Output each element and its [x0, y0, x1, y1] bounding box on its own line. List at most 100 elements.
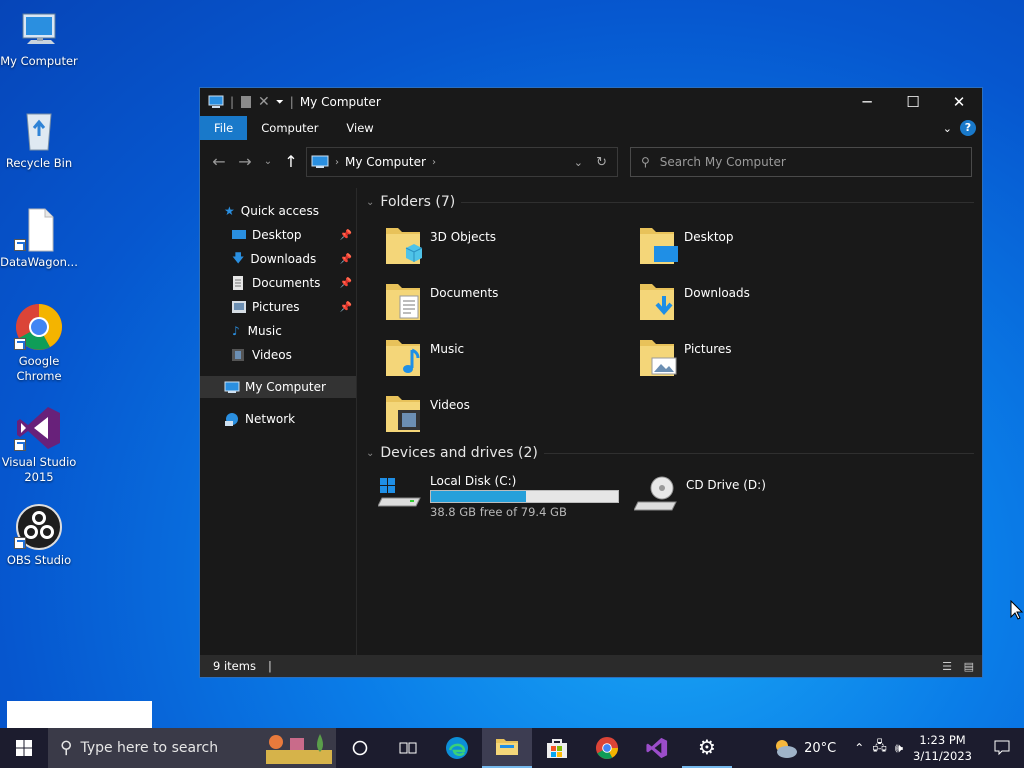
volume-icon[interactable]: 🕪: [895, 741, 903, 756]
up-button[interactable]: ↑: [280, 152, 302, 171]
pin-icon[interactable]: 📌: [340, 230, 352, 241]
drive-usage-fill: [431, 491, 527, 502]
ribbon-tabs: File Computer View ⌄ ?: [200, 116, 982, 140]
edge-icon: [446, 737, 468, 759]
taskbar-visual-studio[interactable]: [632, 728, 682, 768]
details-view-icon[interactable]: ☰: [942, 660, 952, 673]
pin-icon[interactable]: 📌: [340, 278, 352, 289]
folder-3d-objects[interactable]: 3D Objects: [384, 222, 624, 272]
desktop-icon-visual-studio[interactable]: Visual Studio 2015: [0, 403, 78, 485]
folder-pictures[interactable]: Pictures: [638, 334, 878, 384]
music-folder-icon: [386, 340, 420, 376]
blank-tooltip-box: [7, 701, 152, 729]
task-view-button[interactable]: [384, 728, 432, 768]
desktop-folder-icon: [640, 228, 678, 264]
minimize-button[interactable]: ─: [844, 88, 890, 116]
maximize-button[interactable]: ☐: [890, 88, 936, 116]
properties-icon[interactable]: [240, 95, 252, 109]
taskbar-search-box[interactable]: ⚲ Type here to search: [48, 728, 336, 768]
desktop-icon-my-computer[interactable]: My Computer: [0, 10, 78, 69]
title-bar[interactable]: | ✕ ⏷ | My Computer ─ ☐ ✕: [200, 88, 982, 116]
recycle-bin-icon: [26, 113, 52, 151]
folder-videos[interactable]: Videos: [384, 390, 624, 440]
weather-cloud-icon[interactable]: [772, 737, 798, 759]
folder-music[interactable]: Music: [384, 334, 624, 384]
pin-icon[interactable]: 📌: [340, 302, 352, 313]
desktop-icon-recycle-bin[interactable]: Recycle Bin: [0, 108, 78, 171]
film-icon: [232, 349, 244, 361]
clock[interactable]: 1:23 PM 3/11/2023: [913, 732, 972, 764]
network-status-icon[interactable]: 🖧: [872, 737, 887, 759]
monitor-icon: [208, 95, 224, 108]
taskbar-store[interactable]: [532, 728, 582, 768]
folder-desktop[interactable]: Desktop: [638, 222, 878, 272]
search-input[interactable]: ⚲ Search My Computer: [630, 147, 972, 177]
desktop-icon-label: Visual Studio 2015: [1, 455, 77, 484]
sidebar-item-videos[interactable]: Videos: [200, 344, 356, 366]
item-count: 9 items: [213, 659, 256, 673]
pictures-folder-icon: [640, 340, 677, 376]
folders-section-header[interactable]: ⌄ Folders (7): [366, 194, 974, 210]
tab-file[interactable]: File: [200, 116, 248, 140]
gear-icon: ⚙: [698, 735, 716, 759]
shortcut-arrow-icon: [14, 239, 26, 251]
large-icons-view-icon[interactable]: ▤: [964, 660, 974, 673]
address-bar[interactable]: › My Computer › ⌄ ↻: [306, 147, 618, 177]
start-button[interactable]: [0, 728, 48, 768]
folder-downloads[interactable]: Downloads: [638, 278, 878, 328]
pin-icon[interactable]: 📌: [340, 254, 352, 265]
breadcrumb-my-computer[interactable]: My Computer: [345, 155, 426, 169]
tab-view[interactable]: View: [332, 116, 387, 140]
sidebar-item-quick-access[interactable]: ★ Quick access: [200, 200, 356, 222]
weather-temperature[interactable]: 20°C: [804, 741, 836, 756]
drives-section-header[interactable]: ⌄ Devices and drives (2): [366, 445, 974, 461]
task-view-icon: [399, 742, 417, 754]
monitor-icon: [311, 155, 329, 168]
drive-cd-d[interactable]: CD Drive (D:): [634, 474, 834, 524]
delete-icon[interactable]: ✕: [258, 94, 270, 110]
sidebar-item-network[interactable]: Network: [200, 408, 356, 430]
network-icon: [225, 413, 238, 426]
help-button[interactable]: ?: [960, 120, 976, 136]
taskbar-edge[interactable]: [432, 728, 482, 768]
taskbar-settings[interactable]: ⚙: [682, 728, 732, 768]
sidebar-item-my-computer[interactable]: My Computer: [200, 376, 356, 398]
search-placeholder: Search My Computer: [659, 155, 786, 169]
customize-toolbar-icon[interactable]: ⏷: [276, 97, 284, 108]
address-dropdown-icon[interactable]: ⌄: [574, 156, 583, 169]
sidebar-item-music[interactable]: ♪ Music: [200, 320, 356, 342]
drive-usage-bar: [430, 490, 619, 503]
close-button[interactable]: ✕: [936, 88, 982, 116]
pictures-icon: [232, 301, 246, 313]
shortcut-arrow-icon: [14, 439, 26, 451]
breadcrumb-separator: ›: [431, 156, 436, 168]
drive-free-space: 38.8 GB free of 79.4 GB: [430, 505, 567, 519]
refresh-icon[interactable]: ↻: [596, 155, 607, 170]
sidebar-item-documents[interactable]: Documents 📌: [200, 272, 356, 294]
folder-icon: [496, 739, 518, 755]
desktop-icon-datawagon[interactable]: DataWagon...: [0, 207, 78, 270]
cortana-button[interactable]: [336, 728, 384, 768]
taskbar-chrome[interactable]: [582, 728, 632, 768]
desktop-icon-label: DataWagon...: [0, 255, 78, 269]
back-button[interactable]: ←: [208, 152, 230, 171]
forward-button[interactable]: →: [234, 152, 256, 171]
cortana-circle-icon: [352, 740, 368, 756]
desktop-icon-chrome[interactable]: Google Chrome: [0, 302, 78, 384]
action-center-button[interactable]: [980, 728, 1024, 768]
desktop-icon-obs[interactable]: OBS Studio: [0, 503, 78, 568]
recent-locations-icon[interactable]: ⌄: [260, 156, 276, 167]
sidebar-item-pictures[interactable]: Pictures 📌: [200, 296, 356, 318]
downloads-folder-icon: [640, 284, 674, 320]
show-hidden-icons-chevron-icon[interactable]: ⌃: [854, 741, 864, 755]
taskbar: ⚲ Type here to search ⚙ 20°C ⌃ 🖧 🕪 1:23 …: [0, 728, 1024, 768]
folder-documents[interactable]: Documents: [384, 278, 624, 328]
tab-computer[interactable]: Computer: [247, 116, 332, 140]
taskbar-file-explorer[interactable]: [482, 728, 532, 768]
drive-local-disk-c[interactable]: Local Disk (C:) 38.8 GB free of 79.4 GB: [378, 472, 628, 522]
expand-ribbon-icon[interactable]: ⌄: [943, 122, 952, 135]
sidebar-item-desktop[interactable]: Desktop 📌: [200, 224, 356, 246]
chevron-down-icon: ⌄: [366, 196, 375, 208]
download-arrow-icon: 🡇: [232, 250, 245, 265]
sidebar-item-downloads[interactable]: 🡇 Downloads 📌: [200, 248, 356, 270]
